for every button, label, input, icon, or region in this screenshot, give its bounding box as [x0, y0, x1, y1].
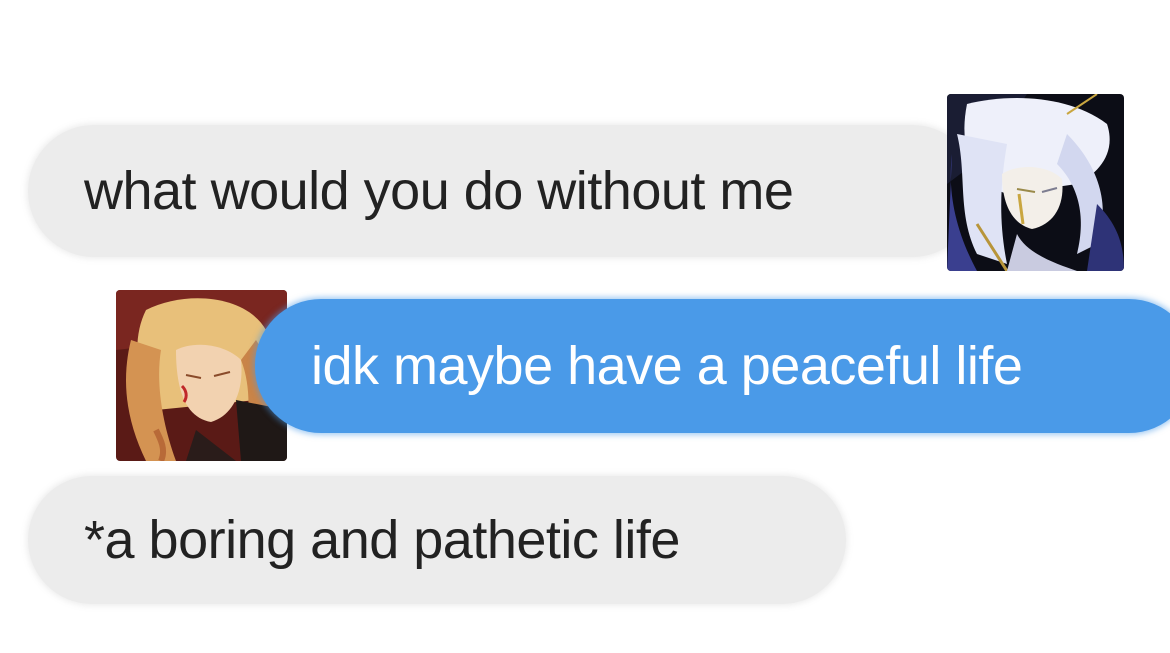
message-text: *a boring and pathetic life — [84, 510, 680, 570]
message-bubble-outgoing[interactable]: idk maybe have a peaceful life — [255, 299, 1170, 433]
message-bubble-incoming[interactable]: *a boring and pathetic life — [28, 476, 846, 604]
message-text: idk maybe have a peaceful life — [311, 336, 1023, 396]
message-text: what would you do without me — [84, 161, 794, 221]
message-bubble-incoming[interactable]: what would you do without me — [28, 125, 978, 257]
white-haired-character-avatar-icon[interactable] — [947, 94, 1124, 271]
chat-thread: what would you do without me idk maybe h… — [0, 0, 1170, 653]
